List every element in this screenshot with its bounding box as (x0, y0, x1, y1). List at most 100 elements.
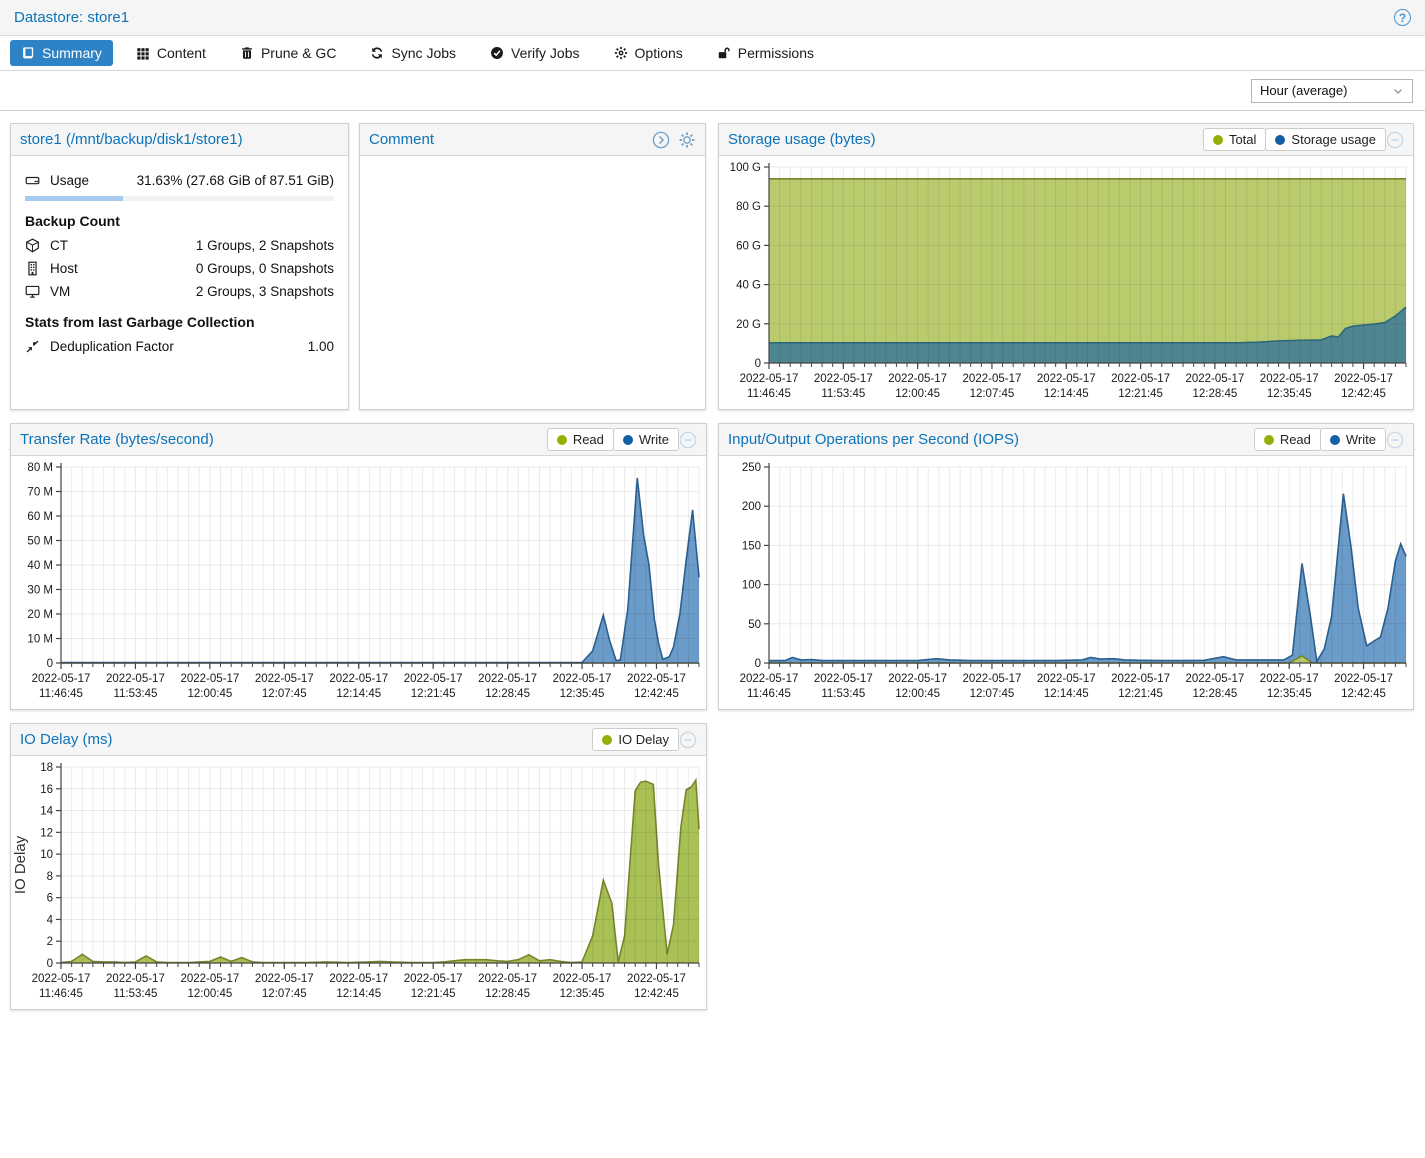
svg-text:12:35:45: 12:35:45 (560, 688, 605, 700)
storage-usage-title: Storage usage (bytes) (728, 131, 876, 148)
collapse-icon[interactable] (1386, 131, 1404, 149)
svg-text:2022-05-17: 2022-05-17 (1185, 373, 1244, 385)
collapse-icon[interactable] (679, 431, 697, 449)
svg-text:2022-05-17: 2022-05-17 (1260, 373, 1319, 385)
svg-text:2: 2 (47, 936, 53, 948)
svg-text:11:46:45: 11:46:45 (747, 688, 791, 700)
help-icon[interactable]: ? (1394, 9, 1411, 26)
grid-icon (136, 46, 150, 60)
storage-usage-chart: 2022-05-1711:46:452022-05-1711:53:452022… (719, 156, 1413, 409)
svg-text:20 M: 20 M (27, 609, 53, 621)
building-icon (25, 261, 40, 276)
svg-text:11:46:45: 11:46:45 (39, 688, 83, 700)
gear-icon (614, 46, 628, 60)
svg-text:16: 16 (40, 784, 53, 796)
sync-icon (370, 46, 384, 60)
svg-text:2022-05-17: 2022-05-17 (1037, 673, 1096, 685)
svg-text:80 M: 80 M (27, 462, 53, 474)
svg-text:12:14:45: 12:14:45 (1044, 388, 1089, 400)
svg-text:0: 0 (47, 658, 53, 670)
stat-label: Host (50, 261, 78, 276)
legend-item-total[interactable]: Total (1203, 128, 1266, 151)
tab-prune-gc[interactable]: Prune & GC (229, 40, 347, 66)
svg-text:12:28:45: 12:28:45 (1193, 688, 1238, 700)
svg-text:11:53:45: 11:53:45 (113, 988, 157, 1000)
svg-text:4: 4 (47, 914, 54, 926)
stat-label: Deduplication Factor (50, 339, 174, 354)
iops-chart: 2022-05-1711:46:452022-05-1711:53:452022… (719, 456, 1413, 709)
svg-text:2022-05-17: 2022-05-17 (106, 973, 165, 985)
svg-text:2022-05-17: 2022-05-17 (814, 373, 873, 385)
svg-text:IO Delay: IO Delay (12, 835, 29, 894)
usage-value: 31.63% (27.68 GiB of 87.51 GiB) (137, 173, 334, 188)
stat-row-deduplication-factor: Deduplication Factor 1.00 (25, 335, 334, 358)
tab-verify-jobs[interactable]: Verify Jobs (479, 40, 590, 66)
svg-text:2022-05-17: 2022-05-17 (888, 373, 947, 385)
svg-text:12:28:45: 12:28:45 (485, 988, 530, 1000)
svg-text:6: 6 (47, 893, 53, 905)
svg-text:2022-05-17: 2022-05-17 (255, 673, 314, 685)
expand-icon[interactable] (652, 131, 670, 149)
legend-item-write[interactable]: Write (1320, 428, 1386, 451)
svg-text:10 M: 10 M (27, 634, 53, 646)
comment-panel-body[interactable] (360, 156, 705, 409)
tab-permissions[interactable]: Permissions (706, 40, 825, 66)
comment-panel-title: Comment (369, 131, 434, 148)
svg-text:12:07:45: 12:07:45 (262, 988, 307, 1000)
comment-panel-header: Comment (360, 124, 705, 156)
stat-value: 2 Groups, 3 Snapshots (196, 284, 334, 299)
gc-stats-header: Stats from last Garbage Collection (25, 314, 334, 330)
svg-text:200: 200 (742, 501, 761, 513)
book-icon (21, 46, 35, 60)
legend-dot (557, 435, 567, 445)
legend-dot (1275, 135, 1285, 145)
comment-panel: Comment (359, 123, 706, 410)
svg-text:12:21:45: 12:21:45 (1118, 388, 1163, 400)
svg-text:2022-05-17: 2022-05-17 (1334, 673, 1393, 685)
svg-text:0: 0 (755, 658, 761, 670)
tab-options[interactable]: Options (603, 40, 694, 66)
transfer-rate-panel: Transfer Rate (bytes/second) ReadWrite 2… (10, 423, 707, 710)
tab-sync-jobs[interactable]: Sync Jobs (359, 40, 467, 66)
svg-text:12:35:45: 12:35:45 (1267, 688, 1312, 700)
svg-text:12:28:45: 12:28:45 (1193, 388, 1238, 400)
stat-row-host: Host0 Groups, 0 Snapshots (25, 257, 334, 280)
tab-summary[interactable]: Summary (10, 40, 113, 66)
toolbar: Hour (average) (0, 71, 1425, 111)
svg-text:2022-05-17: 2022-05-17 (963, 373, 1022, 385)
gear-icon[interactable] (678, 131, 696, 149)
legend-item-read[interactable]: Read (547, 428, 614, 451)
legend-item-storage-usage[interactable]: Storage usage (1265, 128, 1386, 151)
trash-icon (240, 46, 254, 60)
svg-text:2022-05-17: 2022-05-17 (478, 973, 537, 985)
svg-text:20 G: 20 G (736, 319, 761, 331)
svg-text:12:42:45: 12:42:45 (634, 988, 679, 1000)
svg-text:250: 250 (742, 462, 761, 474)
legend-dot (1330, 435, 1340, 445)
svg-text:2022-05-17: 2022-05-17 (740, 373, 799, 385)
svg-text:50 M: 50 M (27, 536, 53, 548)
svg-text:2022-05-17: 2022-05-17 (1111, 373, 1170, 385)
svg-text:12:42:45: 12:42:45 (634, 688, 679, 700)
collapse-icon[interactable] (679, 731, 697, 749)
svg-text:12:00:45: 12:00:45 (895, 688, 940, 700)
hdd-icon (25, 173, 40, 188)
legend-dot (1264, 435, 1274, 445)
datastore-panel-body: Usage 31.63% (27.68 GiB of 87.51 GiB) Ba… (11, 156, 348, 409)
svg-text:11:53:45: 11:53:45 (113, 688, 157, 700)
svg-text:12:35:45: 12:35:45 (560, 988, 605, 1000)
svg-text:12:21:45: 12:21:45 (1118, 688, 1163, 700)
tab-content[interactable]: Content (125, 40, 217, 66)
svg-text:12:14:45: 12:14:45 (336, 988, 381, 1000)
stat-row-ct: CT1 Groups, 2 Snapshots (25, 234, 334, 257)
legend-item-read[interactable]: Read (1254, 428, 1321, 451)
collapse-icon[interactable] (1386, 431, 1404, 449)
svg-text:12:14:45: 12:14:45 (1044, 688, 1089, 700)
datastore-panel: store1 (/mnt/backup/disk1/store1) Usage … (10, 123, 349, 410)
svg-text:18: 18 (40, 762, 53, 774)
svg-text:2022-05-17: 2022-05-17 (32, 973, 91, 985)
legend-item-write[interactable]: Write (613, 428, 679, 451)
stat-value: 1.00 (308, 339, 334, 354)
legend-item-io-delay[interactable]: IO Delay (592, 728, 679, 751)
timeframe-select[interactable]: Hour (average) (1251, 79, 1413, 103)
